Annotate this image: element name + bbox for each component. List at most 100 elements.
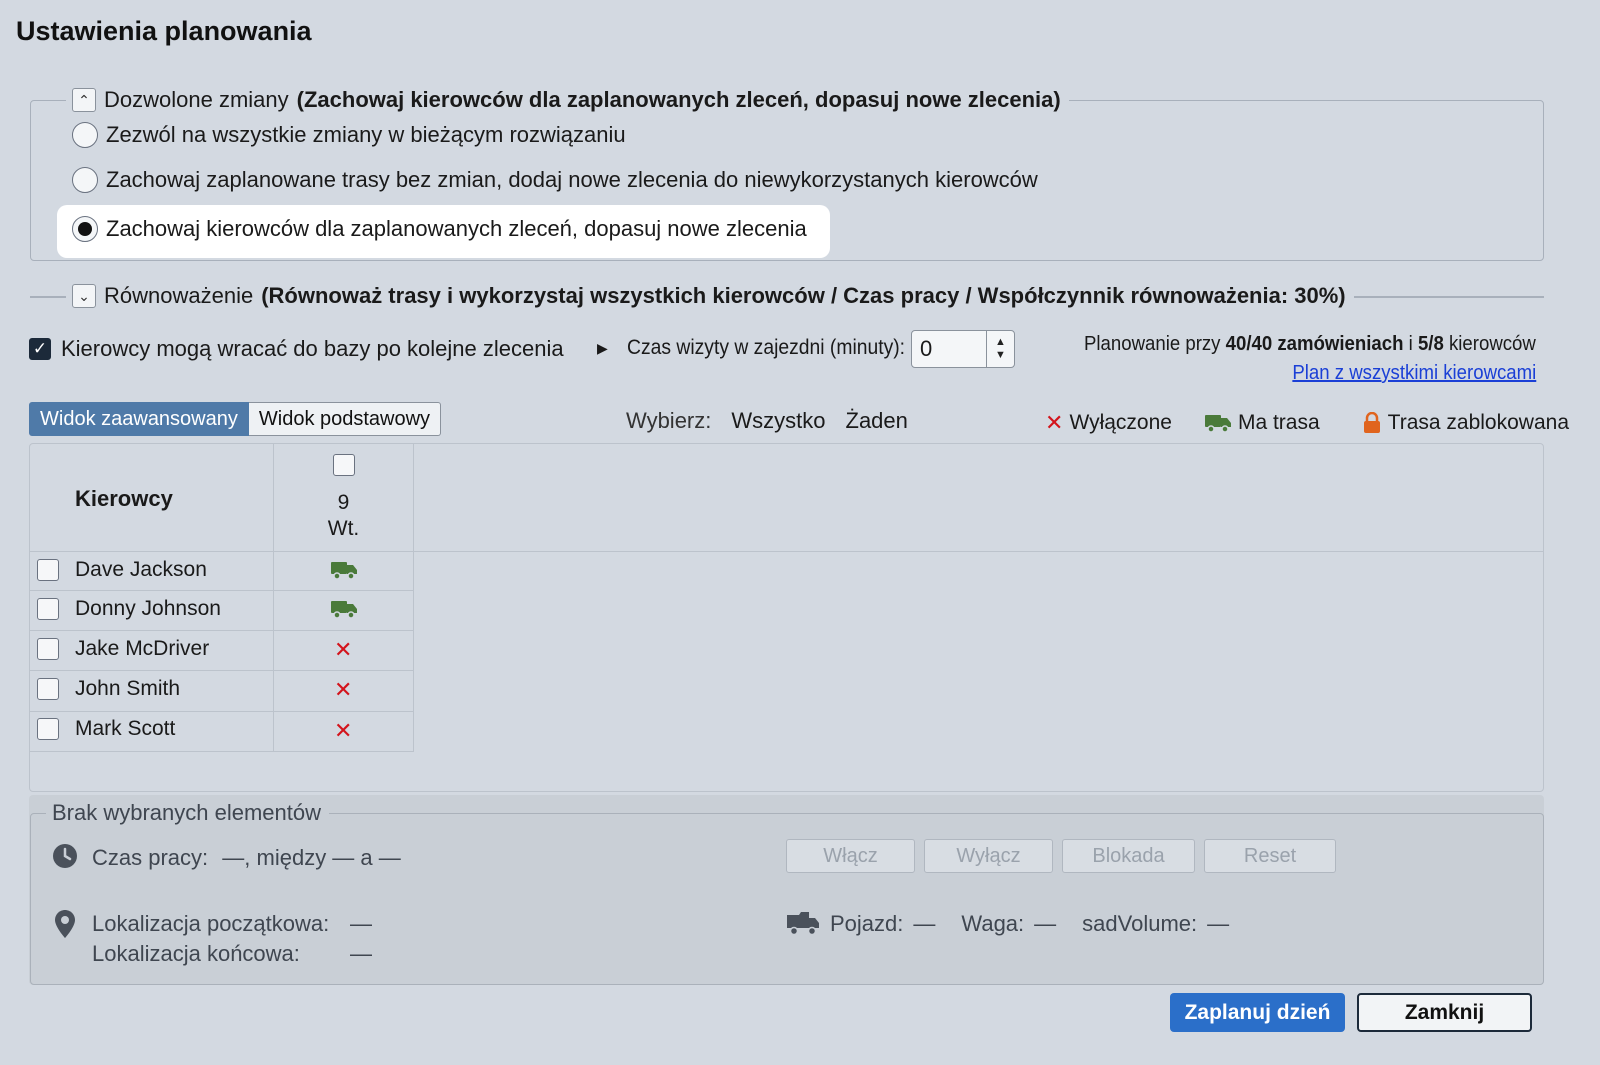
driver-checkbox[interactable] [37,598,59,620]
select-controls: Wybierz: Wszystko Żaden [626,408,908,434]
grid-divider [30,670,413,671]
stepper-arrows[interactable]: ▲ ▼ [986,331,1014,367]
truck-icon[interactable] [330,599,358,619]
table-row[interactable]: Dave Jackson [37,558,207,582]
table-row[interactable]: Donny Johnson [37,597,221,621]
driver-checkbox[interactable] [37,638,59,660]
plan-all-drivers-link[interactable]: Plan z wszystkimi kierowcami [1292,362,1536,385]
driver-checkbox[interactable] [37,559,59,581]
stepper-down-icon[interactable]: ▼ [995,349,1006,362]
work-time-info: Czas pracy: —, między — a — [92,845,401,871]
driver-name: Jake McDriver [75,637,210,660]
planning-summary: Planowanie przy 40/40 zamówieniach i 5/8… [1084,333,1536,356]
legend-disabled-label: Wyłączone [1069,411,1172,434]
start-location-label: Lokalizacja początkowa: [92,911,330,936]
depot-visit-label: Czas wizyty w zajezdni (minuty): [627,336,906,359]
driver-checkbox[interactable] [37,718,59,740]
select-all-link[interactable]: Wszystko [731,408,825,434]
balancing-divider-right [1334,296,1544,298]
table-row[interactable]: John Smith [37,677,180,701]
plan-day-button[interactable]: Zaplanuj dzień [1170,993,1345,1032]
lock-button[interactable]: Blokada [1062,839,1195,873]
drivers-grid [29,443,1544,792]
truck-icon [786,910,820,936]
end-location-label: Lokalizacja końcowa: [92,941,300,966]
work-time-label: Czas pracy: [92,845,209,870]
depot-visit-value[interactable]: 0 [912,336,986,362]
driver-name: Dave Jackson [75,558,207,581]
depot-visit-stepper[interactable]: 0 ▲ ▼ [911,330,1015,368]
balancing-legend-prefix: Równoważenie [104,283,254,308]
day-column-header: 9 Wt. [274,454,413,542]
drivers-header: Kierowcy [75,486,173,511]
close-x-icon[interactable]: ✕ [334,718,352,744]
summary-middle: i [1408,333,1413,355]
stepper-up-icon[interactable]: ▲ [995,336,1006,349]
radio-button-selected[interactable] [72,216,98,242]
radio-option-keep-drivers[interactable]: Zachowaj kierowców dla zaplanowanych zle… [72,216,807,242]
vehicle-label: Pojazd: [830,911,904,936]
radio-option-allow-all[interactable]: Zezwól na wszystkie zmiany w bieżącym ro… [72,122,626,148]
reset-button[interactable]: Reset [1204,839,1336,873]
return-to-base-label: Kierowcy mogą wracać do bazy po kolejne … [61,336,564,361]
driver-name: Donny Johnson [75,597,221,620]
end-location-value: — [350,941,372,966]
selection-legend: Brak wybranych elementów [46,800,330,826]
driver-checkbox[interactable] [37,678,59,700]
grid-divider [30,630,413,631]
allowed-changes-legend-prefix: Dozwolone zmiany [104,87,289,112]
status-legend: ✕ Wyłączone Ma trasa Trasa zablokowana [1045,410,1569,436]
table-row[interactable]: Mark Scott [37,717,175,741]
legend-has-route-label: Ma trasa [1237,411,1320,434]
clock-icon [52,843,78,869]
truck-icon [1204,413,1232,433]
summary-prefix: Planowanie przy [1084,333,1221,355]
dialog-title: Ustawienia planowania [16,16,312,46]
grid-divider [30,590,413,591]
day-name: Wt. [327,517,360,540]
volume-value: — [1207,911,1230,936]
caret-right-icon: ▶ [597,340,608,356]
summary-suffix: kierowców [1449,333,1536,355]
enable-button[interactable]: Włącz [786,839,915,873]
chevron-up-icon[interactable]: ⌃ [72,88,96,112]
grid-divider [413,444,414,752]
location-pin-icon [54,909,76,939]
table-row[interactable]: Jake McDriver [37,637,209,661]
tab-advanced-view[interactable]: Widok zaawansowany [29,402,249,436]
radio-button[interactable] [72,167,98,193]
vehicle-info: Pojazd: — Waga: — sadVolume: — [830,911,1229,937]
summary-orders: 40/40 zamówieniach [1225,333,1404,355]
close-x-icon[interactable]: ✕ [334,637,352,663]
radio-dot [78,222,92,236]
close-button[interactable]: Zamknij [1357,993,1532,1032]
radio-label: Zachowaj zaplanowane trasy bez zmian, do… [106,167,1038,192]
select-none-link[interactable]: Żaden [846,408,908,434]
radio-label: Zezwól na wszystkie zmiany w bieżącym ro… [106,122,626,147]
disable-button[interactable]: Wyłącz [924,839,1053,873]
close-x-icon[interactable]: ✕ [334,677,352,703]
legend-locked-label: Trasa zablokowana [1387,411,1569,434]
tab-basic-view[interactable]: Widok podstawowy [248,402,442,436]
return-to-base-option[interactable]: ✓ Kierowcy mogą wracać do bazy po kolejn… [29,336,564,362]
chevron-down-icon[interactable]: ⌄ [72,284,96,308]
lock-icon [1362,412,1382,434]
allowed-changes-legend-summary: (Zachowaj kierowców dla zaplanowanych zl… [296,87,1061,112]
driver-name: Mark Scott [75,717,176,740]
truck-icon[interactable] [330,560,358,580]
day-select-checkbox[interactable] [332,454,355,476]
grid-divider [30,551,1543,552]
volume-label: sadVolume: [1082,911,1198,936]
view-tabs: Widok zaawansowany Widok podstawowy [29,402,442,436]
balancing-legend-summary: (Równoważ trasy i wykorzystaj wszystkich… [261,283,1346,308]
weight-value: — [1034,911,1057,936]
summary-drivers: 5/8 [1418,333,1445,355]
close-x-icon: ✕ [1045,410,1064,435]
balancing-legend: ⌄ Równoważenie (Równoważ trasy i wykorzy… [66,283,1354,309]
radio-option-keep-routes[interactable]: Zachowaj zaplanowane trasy bez zmian, do… [72,167,1038,193]
return-to-base-checkbox[interactable]: ✓ [29,338,51,360]
select-label: Wybierz: [626,408,712,433]
grid-divider [30,711,413,712]
grid-divider [30,751,413,752]
radio-button[interactable] [72,122,98,148]
